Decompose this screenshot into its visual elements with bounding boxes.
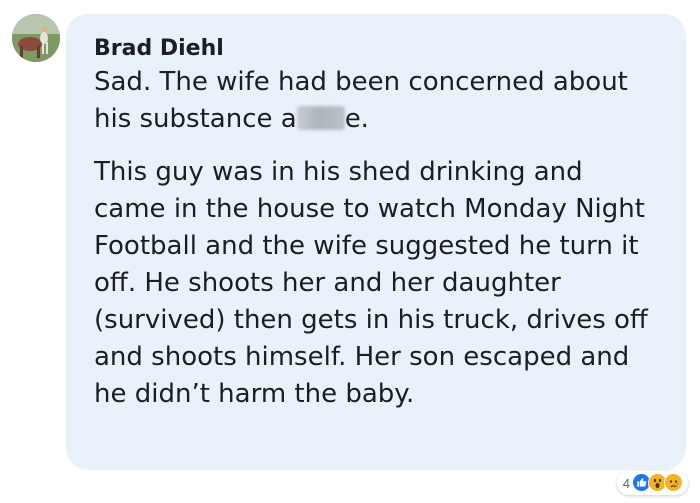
avatar[interactable] [12,14,60,62]
comment-paragraph-1: Sad. The wife had been concerned about h… [94,64,658,138]
censor-blur [296,106,345,130]
sad-icon [664,473,684,493]
reaction-count: 4 [622,475,630,491]
avatar-photo-icon [12,14,60,62]
comment-paragraph-1-end: e. [344,104,369,134]
comment-paragraph-2: This guy was in his shed drinking and ca… [94,157,648,409]
reaction-summary[interactable]: 4 [616,471,688,495]
comment-bubble: Brad Diehl Sad. The wife had been concer… [66,14,686,470]
comment-thread: Brad Diehl Sad. The wife had been concer… [0,0,700,503]
comment-author[interactable]: Brad Diehl [94,34,658,64]
